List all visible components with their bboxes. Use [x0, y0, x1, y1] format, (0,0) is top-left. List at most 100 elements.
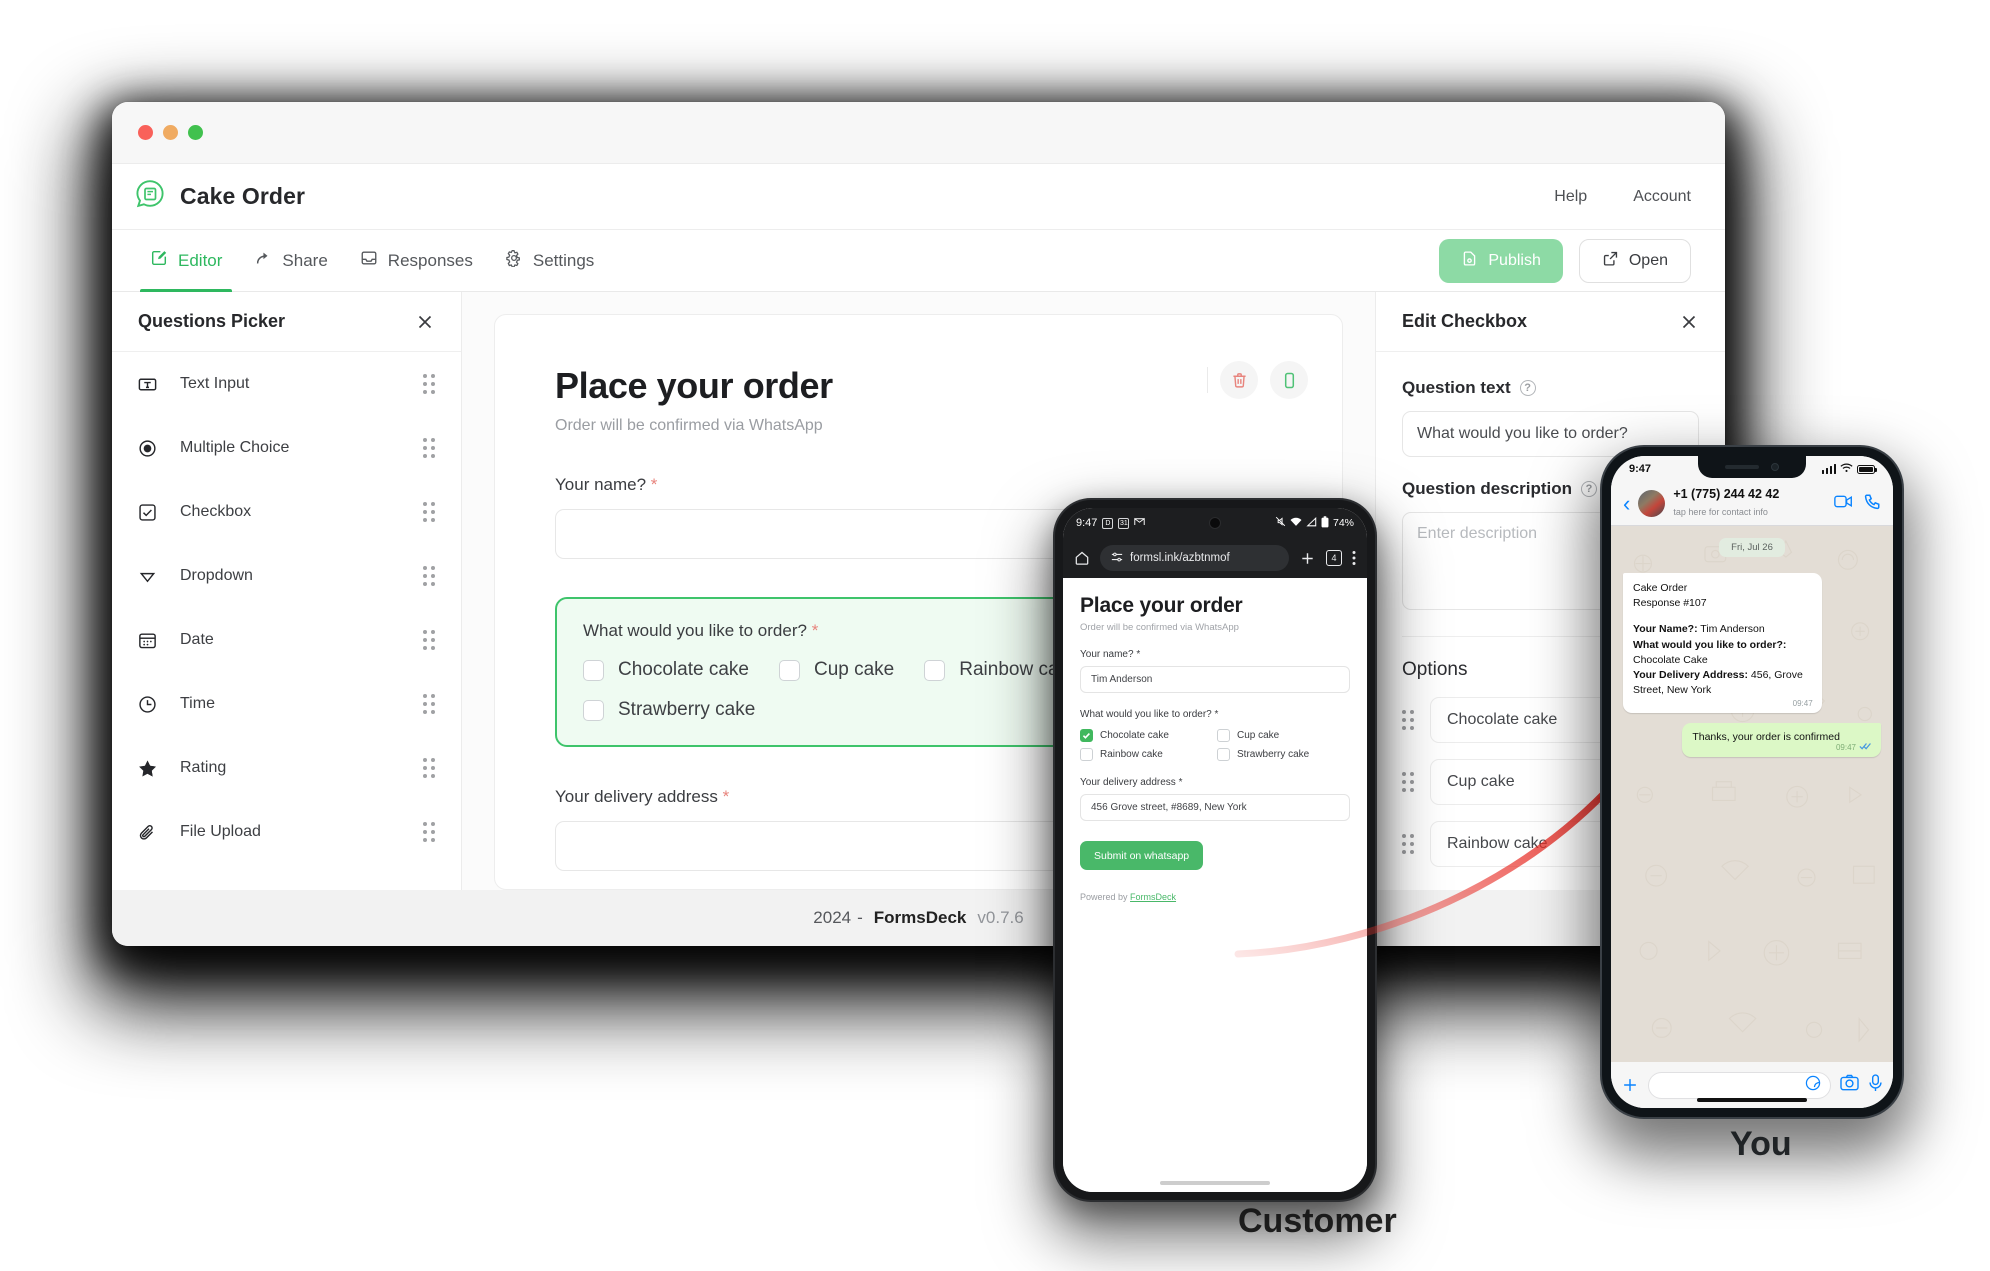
checkbox-icon[interactable] [583, 699, 604, 721]
window-maximize-button[interactable] [188, 125, 203, 140]
video-call-icon[interactable] [1834, 494, 1853, 514]
tab-share[interactable]: Share [238, 230, 343, 291]
android-checkbox-option[interactable]: Rainbow cake [1080, 748, 1213, 761]
message-field: Your Name?: Tim Anderson [1633, 622, 1812, 637]
share-icon [254, 249, 272, 272]
drag-handle-icon[interactable] [423, 758, 435, 778]
android-address-input[interactable]: 456 Grove street, #8689, New York [1080, 794, 1350, 821]
checkbox-icon[interactable] [1080, 748, 1093, 761]
checkbox-icon[interactable] [1217, 729, 1230, 742]
new-tab-icon[interactable] [1299, 550, 1316, 567]
drag-handle-icon[interactable] [423, 630, 435, 650]
android-checkbox-option[interactable]: Cup cake [1217, 729, 1350, 742]
caption-you: You [1730, 1125, 1792, 1163]
sidebar-item-date[interactable]: Date [112, 608, 461, 672]
formsdeck-link[interactable]: FormsDeck [1130, 892, 1176, 902]
window-close-button[interactable] [138, 125, 153, 140]
microphone-icon[interactable] [1868, 1073, 1883, 1097]
android-checkbox-option[interactable]: Chocolate cake [1080, 729, 1213, 742]
iphone-whatsapp-mockup: 9:47 ‹ +1 (775) 244 42 42 tap here for c… [1602, 447, 1902, 1117]
sidebar-item-label: Multiple Choice [180, 439, 290, 456]
android-submit-button[interactable]: Submit on whatsapp [1080, 841, 1204, 870]
contact-info[interactable]: +1 (775) 244 42 42 tap here for contact … [1673, 487, 1779, 519]
delete-icon[interactable] [1220, 361, 1258, 399]
drag-handle-icon[interactable] [1402, 834, 1414, 854]
sidebar-item-file-upload[interactable]: File Upload [112, 800, 461, 864]
close-icon[interactable] [415, 312, 435, 332]
help-circle-icon[interactable]: ? [1581, 481, 1598, 497]
checkbox-icon[interactable] [778, 659, 800, 681]
drag-handle-icon[interactable] [423, 438, 435, 458]
site-settings-icon [1111, 551, 1123, 566]
drag-handle-icon[interactable] [1402, 772, 1414, 792]
android-checkbox-label: Cup cake [1237, 730, 1280, 741]
sidebar-item-checkbox[interactable]: Checkbox [112, 480, 461, 544]
mobile-preview-icon[interactable] [1270, 361, 1308, 399]
publish-button[interactable]: Publish [1439, 238, 1563, 283]
address-bar-url: formsl.ink/azbtnmof [1130, 552, 1230, 564]
android-form-subtitle: Order will be confirmed via WhatsApp [1080, 622, 1239, 633]
sidebar-item-dropdown[interactable]: Dropdown [112, 544, 461, 608]
drag-handle-icon[interactable] [423, 566, 435, 586]
checkbox-checked-icon[interactable] [1080, 729, 1093, 742]
android-checkbox-option[interactable]: Strawberry cake [1217, 748, 1350, 761]
sidebar-item-time[interactable]: Time [112, 672, 461, 736]
window-minimize-button[interactable] [163, 125, 178, 140]
message-input[interactable] [1648, 1071, 1831, 1099]
android-name-input[interactable]: Tim Anderson [1080, 666, 1350, 693]
field-label-text: Your delivery address [555, 787, 718, 806]
sidebar-item-label: Time [180, 695, 215, 712]
help-link[interactable]: Help [1554, 188, 1587, 206]
sidebar-item-label: Checkbox [180, 503, 252, 520]
drag-handle-icon[interactable] [423, 502, 435, 522]
sidebar-item-rating[interactable]: Rating [112, 736, 461, 800]
back-icon[interactable]: ‹ [1623, 492, 1630, 515]
checkbox-icon [134, 502, 160, 523]
inbox-icon [360, 249, 378, 272]
open-button[interactable]: Open [1578, 238, 1691, 283]
sticker-icon[interactable] [1805, 1075, 1821, 1096]
drag-handle-icon[interactable] [423, 822, 435, 842]
camera-icon[interactable] [1840, 1074, 1859, 1096]
tab-share-label: Share [282, 250, 328, 270]
tab-editor[interactable]: Editor [134, 230, 238, 292]
account-link[interactable]: Account [1633, 188, 1691, 206]
workspace: Questions Picker Text Input Multiple Cho… [112, 292, 1725, 890]
sidebar-item-multiple-choice[interactable]: Multiple Choice [112, 416, 461, 480]
sidebar-item-label: Rating [180, 759, 227, 776]
voice-call-icon[interactable] [1864, 493, 1881, 515]
tab-responses[interactable]: Responses [344, 230, 489, 291]
message-timestamp: 09:47 [1835, 743, 1856, 753]
avatar[interactable] [1638, 490, 1666, 517]
checkbox-option[interactable]: Cup cake [778, 659, 894, 681]
overflow-menu-icon[interactable] [1352, 550, 1356, 566]
tab-count-button[interactable]: 4 [1326, 550, 1342, 566]
android-checkbox-label: Chocolate cake [1100, 730, 1169, 741]
android-status-bar: 9:47 D 31 74% [1063, 508, 1367, 538]
external-link-icon [1602, 250, 1619, 272]
attach-plus-icon[interactable] [1621, 1076, 1639, 1094]
message-field: What would you like to order?: Chocolate… [1633, 638, 1812, 668]
app-header: Cake Order Help Account [112, 164, 1725, 230]
chat-day-divider: Fri, Jul 26 [1719, 538, 1785, 557]
sidebar-item-label: Dropdown [180, 567, 253, 584]
tab-settings[interactable]: Settings [489, 230, 610, 291]
ios-home-indicator [1697, 1098, 1807, 1102]
checkbox-option[interactable]: Chocolate cake [583, 659, 749, 681]
gmail-icon [1134, 517, 1146, 529]
front-camera [1771, 463, 1779, 471]
drag-handle-icon[interactable] [423, 374, 435, 394]
message-line: Response #107 [1633, 597, 1707, 610]
address-bar[interactable]: formsl.ink/azbtnmof [1100, 545, 1289, 571]
drag-handle-icon[interactable] [1402, 710, 1414, 730]
checkbox-icon[interactable] [924, 659, 946, 681]
drag-handle-icon[interactable] [423, 694, 435, 714]
checkbox-icon[interactable] [1217, 748, 1230, 761]
checkbox-icon[interactable] [583, 659, 604, 681]
help-circle-icon[interactable]: ? [1519, 380, 1536, 396]
android-phone-mockup: 9:47 D 31 74% formsl.ink/azbtnmof 4 Plac… [1055, 500, 1375, 1200]
message-timestamp: 09:47 [1792, 698, 1813, 708]
close-icon[interactable] [1679, 312, 1699, 332]
sidebar-item-text-input[interactable]: Text Input [112, 352, 461, 416]
home-icon[interactable] [1074, 550, 1090, 566]
